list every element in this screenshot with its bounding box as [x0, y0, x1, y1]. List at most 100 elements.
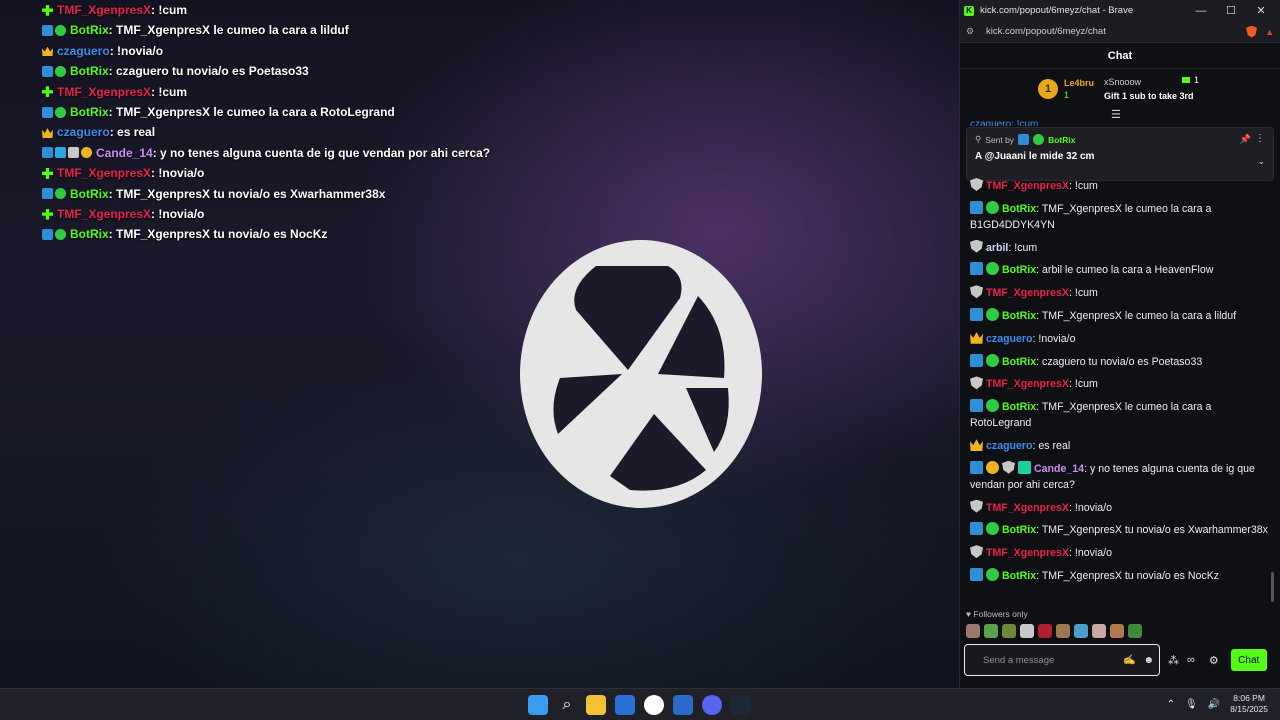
- username[interactable]: BotRix: [1002, 401, 1036, 413]
- emote-icon[interactable]: [1056, 624, 1070, 638]
- emote-icon[interactable]: [1074, 624, 1088, 638]
- username[interactable]: BotRix: [70, 184, 109, 204]
- chat-message[interactable]: TMF_XgenpresX: !cum: [970, 285, 1270, 301]
- username[interactable]: BotRix: [70, 224, 109, 244]
- username[interactable]: BotRix: [70, 20, 109, 40]
- shield-badge-icon: [970, 285, 983, 299]
- send-chat-button[interactable]: Chat: [1230, 649, 1267, 671]
- chat-message[interactable]: czaguero: es real: [970, 438, 1270, 454]
- clock[interactable]: 8:06 PM 8/15/2025: [1230, 693, 1268, 715]
- settings-icon[interactable]: ⚙: [1209, 654, 1219, 667]
- chat-message[interactable]: BotRix: TMF_XgenpresX le cumeo la cara a…: [970, 307, 1270, 324]
- chat-message[interactable]: BotRix: TMF_XgenpresX le cumeo la cara a…: [970, 399, 1270, 431]
- username[interactable]: czaguero: [57, 41, 110, 61]
- chrome-icon[interactable]: [644, 695, 664, 715]
- username[interactable]: Cande_14: [96, 143, 153, 163]
- more-options-icon[interactable]: ⋮: [1255, 133, 1265, 144]
- translate-icon[interactable]: ✍: [1123, 655, 1135, 666]
- brave-rewards-icon[interactable]: ▲: [1265, 27, 1274, 37]
- username[interactable]: BotRix: [1002, 203, 1036, 215]
- emote-icon[interactable]: [1128, 624, 1142, 638]
- steam-icon[interactable]: [731, 695, 751, 715]
- volume-icon[interactable]: 🔊: [1208, 699, 1220, 710]
- bot-badge-icon: [970, 399, 983, 413]
- username[interactable]: BotRix: [1002, 570, 1036, 582]
- url-text[interactable]: kick.com/popout/6meyz/chat: [986, 26, 1242, 37]
- chat-message[interactable]: BotRix: TMF_XgenpresX tu novia/o es Xwar…: [970, 522, 1270, 538]
- leaderboard-second[interactable]: xSnooow Gift 1 sub to take 3rd: [1104, 75, 1194, 103]
- overlay-chat-line: BotRix: czaguero tu novia/o es Poetaso33: [42, 61, 602, 81]
- username[interactable]: BotRix: [1002, 356, 1036, 368]
- message-box[interactable]: ✍ ☻: [964, 644, 1160, 676]
- pinned-text: A @Juaani le mide 32 cm: [975, 151, 1095, 162]
- emote-icon[interactable]: [1110, 624, 1124, 638]
- chat-message[interactable]: BotRix: TMF_XgenpresX le cumeo la cara a…: [970, 200, 1270, 233]
- username[interactable]: TMF_XgenpresX: [986, 287, 1069, 299]
- username[interactable]: TMF_XgenpresX: [986, 502, 1069, 514]
- username[interactable]: TMF_XgenpresX: [57, 0, 151, 20]
- chat-message[interactable]: czaguero: !novia/o: [970, 331, 1270, 347]
- username[interactable]: czaguero: [57, 122, 110, 142]
- emote-icon[interactable]: [966, 624, 980, 638]
- emote-icon[interactable]: [1038, 624, 1052, 638]
- username[interactable]: TMF_XgenpresX: [57, 82, 151, 102]
- chat-message[interactable]: TMF_XgenpresX: !novia/o: [970, 499, 1270, 516]
- emote-icon[interactable]: [1092, 624, 1106, 638]
- expand-chevron-icon[interactable]: ⌄: [1257, 156, 1265, 167]
- username[interactable]: TMF_XgenpresX: [986, 547, 1069, 559]
- community-icon[interactable]: ⁂: [1168, 654, 1179, 667]
- file-explorer-icon[interactable]: [586, 695, 606, 715]
- username[interactable]: TMF_XgenpresX: [57, 163, 151, 183]
- chat-scrollbar[interactable]: [1271, 572, 1274, 602]
- tray-overflow-icon[interactable]: ⌃: [1167, 699, 1175, 710]
- emote-icon[interactable]: [984, 624, 998, 638]
- gift-leaderboard[interactable]: 1 Le4bru 1 xSnooow Gift 1 sub to take 3r…: [960, 69, 1280, 109]
- chat-message[interactable]: Cande_14: y no tenes alguna cuenta de ig…: [970, 460, 1270, 493]
- brave-shields-icon[interactable]: [1246, 25, 1258, 38]
- collapse-icon[interactable]: ☰: [1111, 108, 1121, 121]
- username[interactable]: czaguero: [986, 333, 1033, 345]
- username[interactable]: Cande_14: [1034, 463, 1084, 475]
- message-text: : !cum: [1069, 180, 1098, 192]
- username[interactable]: TMF_XgenpresX: [986, 180, 1069, 192]
- infinity-icon[interactable]: ∞: [1187, 654, 1195, 666]
- emote-icon[interactable]: [1020, 624, 1034, 638]
- emoji-icon[interactable]: ☻: [1143, 655, 1154, 666]
- followers-only-notice: ♥ Followers only: [966, 609, 1028, 619]
- app-icon[interactable]: [673, 695, 693, 715]
- message-text: : TMF_XgenpresX tu novia/o es Xwarhammer…: [1036, 524, 1268, 537]
- unpin-icon[interactable]: 📌: [1240, 134, 1251, 145]
- store-icon[interactable]: [615, 695, 635, 715]
- chat-message[interactable]: BotRix: TMF_XgenpresX tu novia/o es NocK…: [970, 567, 1270, 584]
- site-settings-icon[interactable]: ⚙: [966, 26, 980, 37]
- leaderboard-first[interactable]: Le4bru 1: [1064, 77, 1094, 101]
- username[interactable]: BotRix: [1002, 310, 1036, 322]
- emote-icon[interactable]: [1002, 624, 1016, 638]
- chat-message[interactable]: TMF_XgenpresX: !cum: [970, 376, 1270, 392]
- username[interactable]: BotRix: [70, 102, 109, 122]
- username[interactable]: czaguero: [986, 440, 1033, 452]
- chat-message[interactable]: BotRix: arbil le cumeo la cara a HeavenF…: [970, 262, 1270, 278]
- leaderboard-first-user: Le4bru: [1064, 78, 1095, 88]
- chat-message[interactable]: arbil: !cum: [970, 239, 1270, 256]
- message-input[interactable]: [983, 654, 1115, 666]
- close-icon[interactable]: ✕: [1246, 4, 1276, 17]
- search-icon[interactable]: ⌕: [557, 695, 577, 715]
- chat-message[interactable]: TMF_XgenpresX: !novia/o: [970, 545, 1270, 561]
- minimize-icon[interactable]: —: [1186, 5, 1216, 17]
- username[interactable]: BotRix: [1002, 524, 1036, 536]
- username[interactable]: TMF_XgenpresX: [57, 204, 151, 224]
- username[interactable]: arbil: [986, 242, 1008, 254]
- address-bar[interactable]: ⚙ kick.com/popout/6meyz/chat ▲: [960, 21, 1280, 43]
- pinned-message[interactable]: ⚲ Sent by BotRix A @Juaani le mide 32 cm…: [966, 127, 1274, 181]
- username[interactable]: BotRix: [1002, 264, 1036, 276]
- discord-icon[interactable]: [702, 695, 722, 715]
- mic-tray-icon[interactable]: 🎙: [1185, 699, 1198, 710]
- plus-badge-icon: [42, 208, 53, 220]
- username[interactable]: TMF_XgenpresX: [986, 378, 1069, 390]
- username[interactable]: BotRix: [70, 61, 109, 81]
- chat-message[interactable]: BotRix: czaguero tu novia/o es Poetaso33: [970, 353, 1270, 370]
- maximize-icon[interactable]: ☐: [1216, 4, 1246, 17]
- chat-message[interactable]: TMF_XgenpresX: !cum: [970, 178, 1270, 194]
- start-icon[interactable]: [528, 695, 548, 715]
